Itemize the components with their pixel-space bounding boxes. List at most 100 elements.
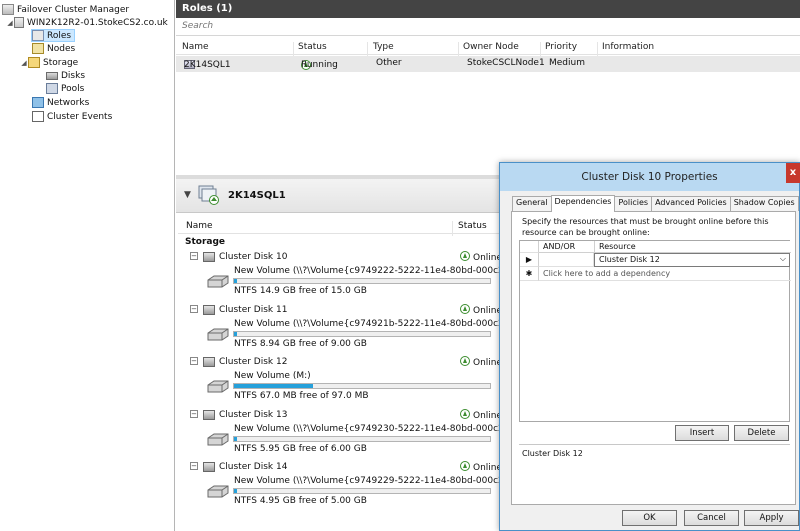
tree-item-failover-cluster-manager[interactable]: Failover Cluster Manager	[2, 3, 129, 16]
dependency-summary-text: Cluster Disk 12	[522, 449, 583, 458]
disk-status: Online	[473, 253, 503, 263]
volume-name: New Volume (M:)	[234, 371, 311, 381]
close-button[interactable]: x	[786, 163, 800, 183]
delete-button[interactable]: Delete	[734, 425, 789, 441]
column-header-status[interactable]: Status	[458, 221, 487, 231]
collapse-chevron-icon[interactable]: ▼	[184, 190, 191, 200]
tree-item-label: Nodes	[47, 43, 76, 54]
capacity-bar-fill	[234, 437, 237, 441]
hard-drive-icon	[207, 485, 229, 498]
properties-dialog: Cluster Disk 10 Properties x General Dep…	[499, 162, 800, 531]
roles-header: Roles (1)	[176, 0, 800, 18]
tree-item-roles[interactable]: Roles	[31, 29, 76, 42]
tree-item-label: Cluster Events	[47, 111, 113, 122]
storage-section-title: Storage	[185, 237, 226, 247]
volume-entry[interactable]: New Volume (M:) NTFS 67.0 MB free of 97.0…	[206, 371, 506, 401]
tree-item-label: Failover Cluster Manager	[17, 4, 130, 15]
dependency-summary: Cluster Disk 12	[519, 444, 790, 500]
capacity-bar-fill	[234, 489, 237, 493]
collapse-minus-icon[interactable]: −	[190, 357, 198, 365]
column-header-status[interactable]: Status	[298, 42, 327, 52]
column-header-name[interactable]: Name	[186, 221, 213, 231]
volume-entry[interactable]: New Volume (\\?\Volume{c9749222-5222-11e…	[206, 266, 553, 296]
dependencies-description: Specify the resources that must be broug…	[522, 217, 769, 237]
volume-entry[interactable]: New Volume (\\?\Volume{c974921b-5222-11e…	[206, 319, 553, 349]
disk-status-cell: Online	[460, 409, 502, 421]
volume-entry[interactable]: New Volume (\\?\Volume{c9749229-5222-11e…	[206, 476, 553, 506]
detail-title: 2K14SQL1	[228, 190, 286, 201]
hard-drive-icon	[207, 380, 229, 393]
collapse-minus-icon[interactable]: −	[190, 462, 198, 470]
role-priority: Medium	[549, 58, 585, 68]
role-name: 2K14SQL1	[184, 60, 231, 70]
roles-pane: Roles (1) Name Status Type Owner Node Pr…	[176, 0, 800, 175]
add-dependency-row[interactable]: Click here to add a dependency	[539, 267, 791, 281]
disk-status-cell: Online	[460, 356, 502, 368]
tree-item-cluster-events[interactable]: Cluster Events	[32, 110, 112, 123]
disk-status: Online	[473, 463, 503, 473]
insert-button[interactable]: Insert	[675, 425, 729, 441]
hard-drive-icon	[207, 275, 229, 288]
tab-policies[interactable]: Policies	[614, 196, 653, 211]
dependencies-grid: AND/OR Resource ▶ Cluster Disk 12 ⌵ ✱ Cl…	[519, 240, 791, 422]
and-or-cell[interactable]	[539, 253, 594, 267]
cluster-disk-icon	[203, 462, 215, 472]
column-header-information[interactable]: Information	[602, 42, 654, 52]
dependencies-panel: Specify the resources that must be broug…	[511, 211, 796, 505]
tab-general[interactable]: General	[512, 196, 552, 211]
capacity-bar	[233, 278, 491, 284]
server-icon	[14, 17, 24, 28]
storage-icon	[28, 57, 40, 68]
column-header-name[interactable]: Name	[182, 42, 209, 52]
online-status-icon	[460, 461, 470, 471]
capacity-bar	[233, 383, 491, 389]
disk-status: Online	[473, 411, 503, 421]
volume-entry[interactable]: New Volume (\\?\Volume{c9749230-5222-11e…	[206, 424, 553, 454]
online-status-icon	[460, 304, 470, 314]
column-header-and-or[interactable]: AND/OR	[539, 241, 595, 253]
apply-button[interactable]: Apply	[744, 510, 799, 526]
search-input[interactable]	[182, 21, 482, 31]
online-status-icon	[460, 251, 470, 261]
current-row-arrow-icon: ▶	[520, 253, 539, 267]
tree-item-storage[interactable]: ◢ Storage	[20, 56, 78, 69]
online-status-icon	[460, 356, 470, 366]
column-header-type[interactable]: Type	[373, 42, 394, 52]
volume-free-space: NTFS 5.95 GB free of 6.00 GB	[234, 444, 367, 454]
tab-advanced-policies[interactable]: Advanced Policies	[651, 196, 731, 211]
capacity-bar-fill	[234, 279, 237, 283]
tree-item-pools[interactable]: Pools	[46, 82, 84, 95]
roles-column-headers: Name Status Type Owner Node Priority Inf…	[176, 40, 800, 57]
hard-drive-icon	[207, 433, 229, 446]
column-header-priority[interactable]: Priority	[545, 42, 577, 52]
tree-item-label: WIN2K12R2-01.StokeCS2.co.uk	[27, 17, 168, 28]
hard-drive-icon	[207, 328, 229, 341]
collapse-minus-icon[interactable]: −	[190, 252, 198, 260]
tree-item-networks[interactable]: Networks	[32, 96, 89, 109]
disk-name: Cluster Disk 13	[219, 410, 288, 420]
cancel-button[interactable]: Cancel	[684, 510, 739, 526]
tree-item-cluster[interactable]: ◢ WIN2K12R2-01.StokeCS2.co.uk	[6, 16, 168, 29]
tree-item-disks[interactable]: Disks	[46, 69, 85, 82]
collapse-minus-icon[interactable]: −	[190, 305, 198, 313]
ok-button[interactable]: OK	[622, 510, 677, 526]
volume-free-space: NTFS 4.95 GB free of 5.00 GB	[234, 496, 367, 506]
role-server-icon	[198, 185, 219, 205]
capacity-bar-fill	[234, 384, 314, 388]
collapse-minus-icon[interactable]: −	[190, 410, 198, 418]
tree-item-nodes[interactable]: Nodes	[32, 42, 75, 55]
dialog-title-bar[interactable]: Cluster Disk 10 Properties x	[500, 163, 800, 191]
tab-shadow-copies[interactable]: Shadow Copies	[729, 196, 799, 211]
column-header-owner-node[interactable]: Owner Node	[463, 42, 519, 52]
resource-dropdown[interactable]: Cluster Disk 12 ⌵	[594, 253, 790, 267]
tree-item-label: Storage	[43, 57, 79, 68]
expand-arrow-icon[interactable]: ◢	[6, 19, 14, 27]
disk-name: Cluster Disk 11	[219, 305, 288, 315]
expand-arrow-icon[interactable]: ◢	[20, 59, 28, 67]
disk-status-cell: Online	[460, 461, 502, 473]
column-header-resource[interactable]: Resource	[595, 241, 791, 253]
tab-dependencies[interactable]: Dependencies	[550, 195, 616, 212]
online-status-icon	[460, 409, 470, 419]
disk-name: Cluster Disk 14	[219, 462, 288, 472]
table-row[interactable]: 2K14SQL1 Running Other StokeCSCLNode1 Me…	[176, 56, 800, 72]
